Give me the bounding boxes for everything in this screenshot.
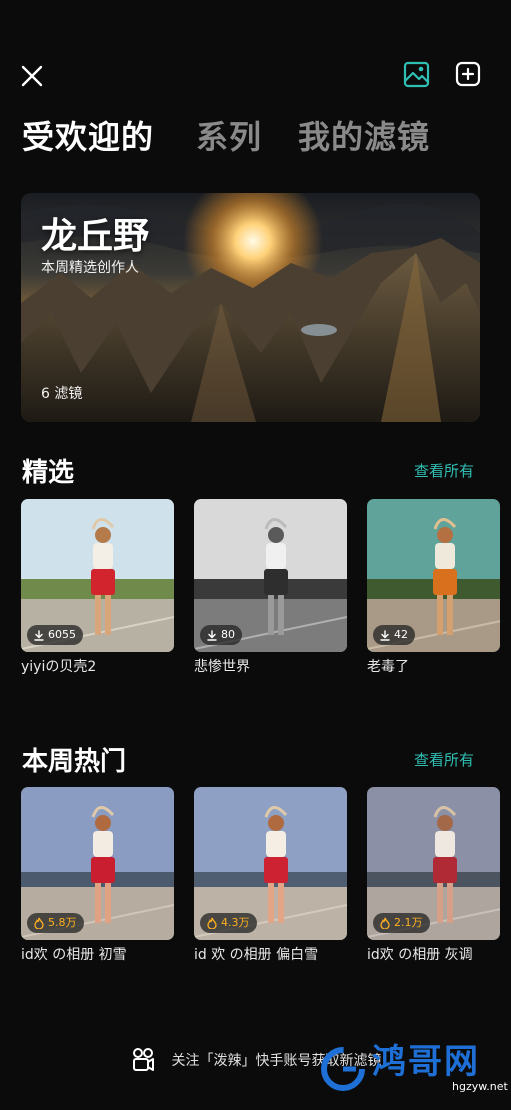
download-count-badge: 80	[200, 625, 242, 645]
download-count: 6055	[48, 628, 76, 641]
download-icon	[207, 629, 217, 641]
filter-name: id欢 の相册 灰调	[367, 947, 473, 963]
popularity-badge: 4.3万	[200, 913, 257, 933]
watermark-subtext: hgzyw.net	[452, 1080, 508, 1093]
creator-subtitle: 本周精选创作人	[41, 260, 139, 276]
flame-icon	[207, 917, 217, 929]
popularity-count: 2.1万	[394, 916, 423, 929]
tab-popular[interactable]: 受欢迎的	[22, 112, 154, 158]
section-title-weekly-hot: 本周热门	[22, 747, 127, 777]
section-title-featured: 精选	[22, 458, 75, 488]
filter-name: id 欢 の相册 偏白雪	[194, 947, 319, 963]
kuaishou-icon	[132, 1048, 154, 1071]
filter-card[interactable]: 42	[367, 499, 500, 652]
flame-icon	[380, 917, 390, 929]
filter-card[interactable]: 80	[194, 499, 347, 652]
download-icon	[34, 629, 44, 641]
filter-name: 老毒了	[367, 659, 409, 675]
download-count: 42	[394, 628, 408, 641]
filter-card[interactable]: 5.8万	[21, 787, 174, 940]
flame-icon	[34, 917, 44, 929]
filter-card[interactable]: 2.1万	[367, 787, 500, 940]
gallery-button[interactable]	[400, 58, 432, 90]
gallery-icon	[403, 61, 429, 87]
tab-my-filters[interactable]: 我的滤镜	[298, 112, 430, 158]
popularity-count: 5.8万	[48, 916, 77, 929]
download-count-badge: 6055	[27, 625, 83, 645]
featured-creator-banner[interactable]: 龙丘野 本周精选创作人 6 滤镜	[21, 193, 480, 422]
popularity-badge: 5.8万	[27, 913, 84, 933]
filter-card[interactable]: 4.3万	[194, 787, 347, 940]
filter-name: id欢 の相册 初雪	[21, 947, 127, 963]
add-filter-button[interactable]	[452, 58, 484, 90]
download-count: 80	[221, 628, 235, 641]
popularity-count: 4.3万	[221, 916, 250, 929]
filter-name: yiyiの贝壳2	[21, 659, 97, 675]
see-all-featured-link[interactable]: 查看所有	[414, 460, 474, 481]
close-icon	[21, 65, 43, 87]
popularity-badge: 2.1万	[373, 913, 430, 933]
download-icon	[380, 629, 390, 641]
creator-name: 龙丘野	[41, 216, 150, 257]
watermark-text: 鸿哥网	[372, 1042, 480, 1082]
watermark-logo-icon	[321, 1046, 365, 1091]
tab-series[interactable]: 系列	[196, 112, 262, 158]
filter-count: 6 滤镜	[41, 386, 83, 402]
filter-name: 悲惨世界	[194, 659, 250, 675]
download-count-badge: 42	[373, 625, 415, 645]
site-watermark: 鸿哥网 hgzyw.net	[320, 1045, 508, 1092]
add-filter-icon	[455, 61, 481, 87]
close-button[interactable]	[16, 60, 48, 92]
see-all-weekly-hot-link[interactable]: 查看所有	[414, 749, 474, 770]
filter-card[interactable]: 6055	[21, 499, 174, 652]
